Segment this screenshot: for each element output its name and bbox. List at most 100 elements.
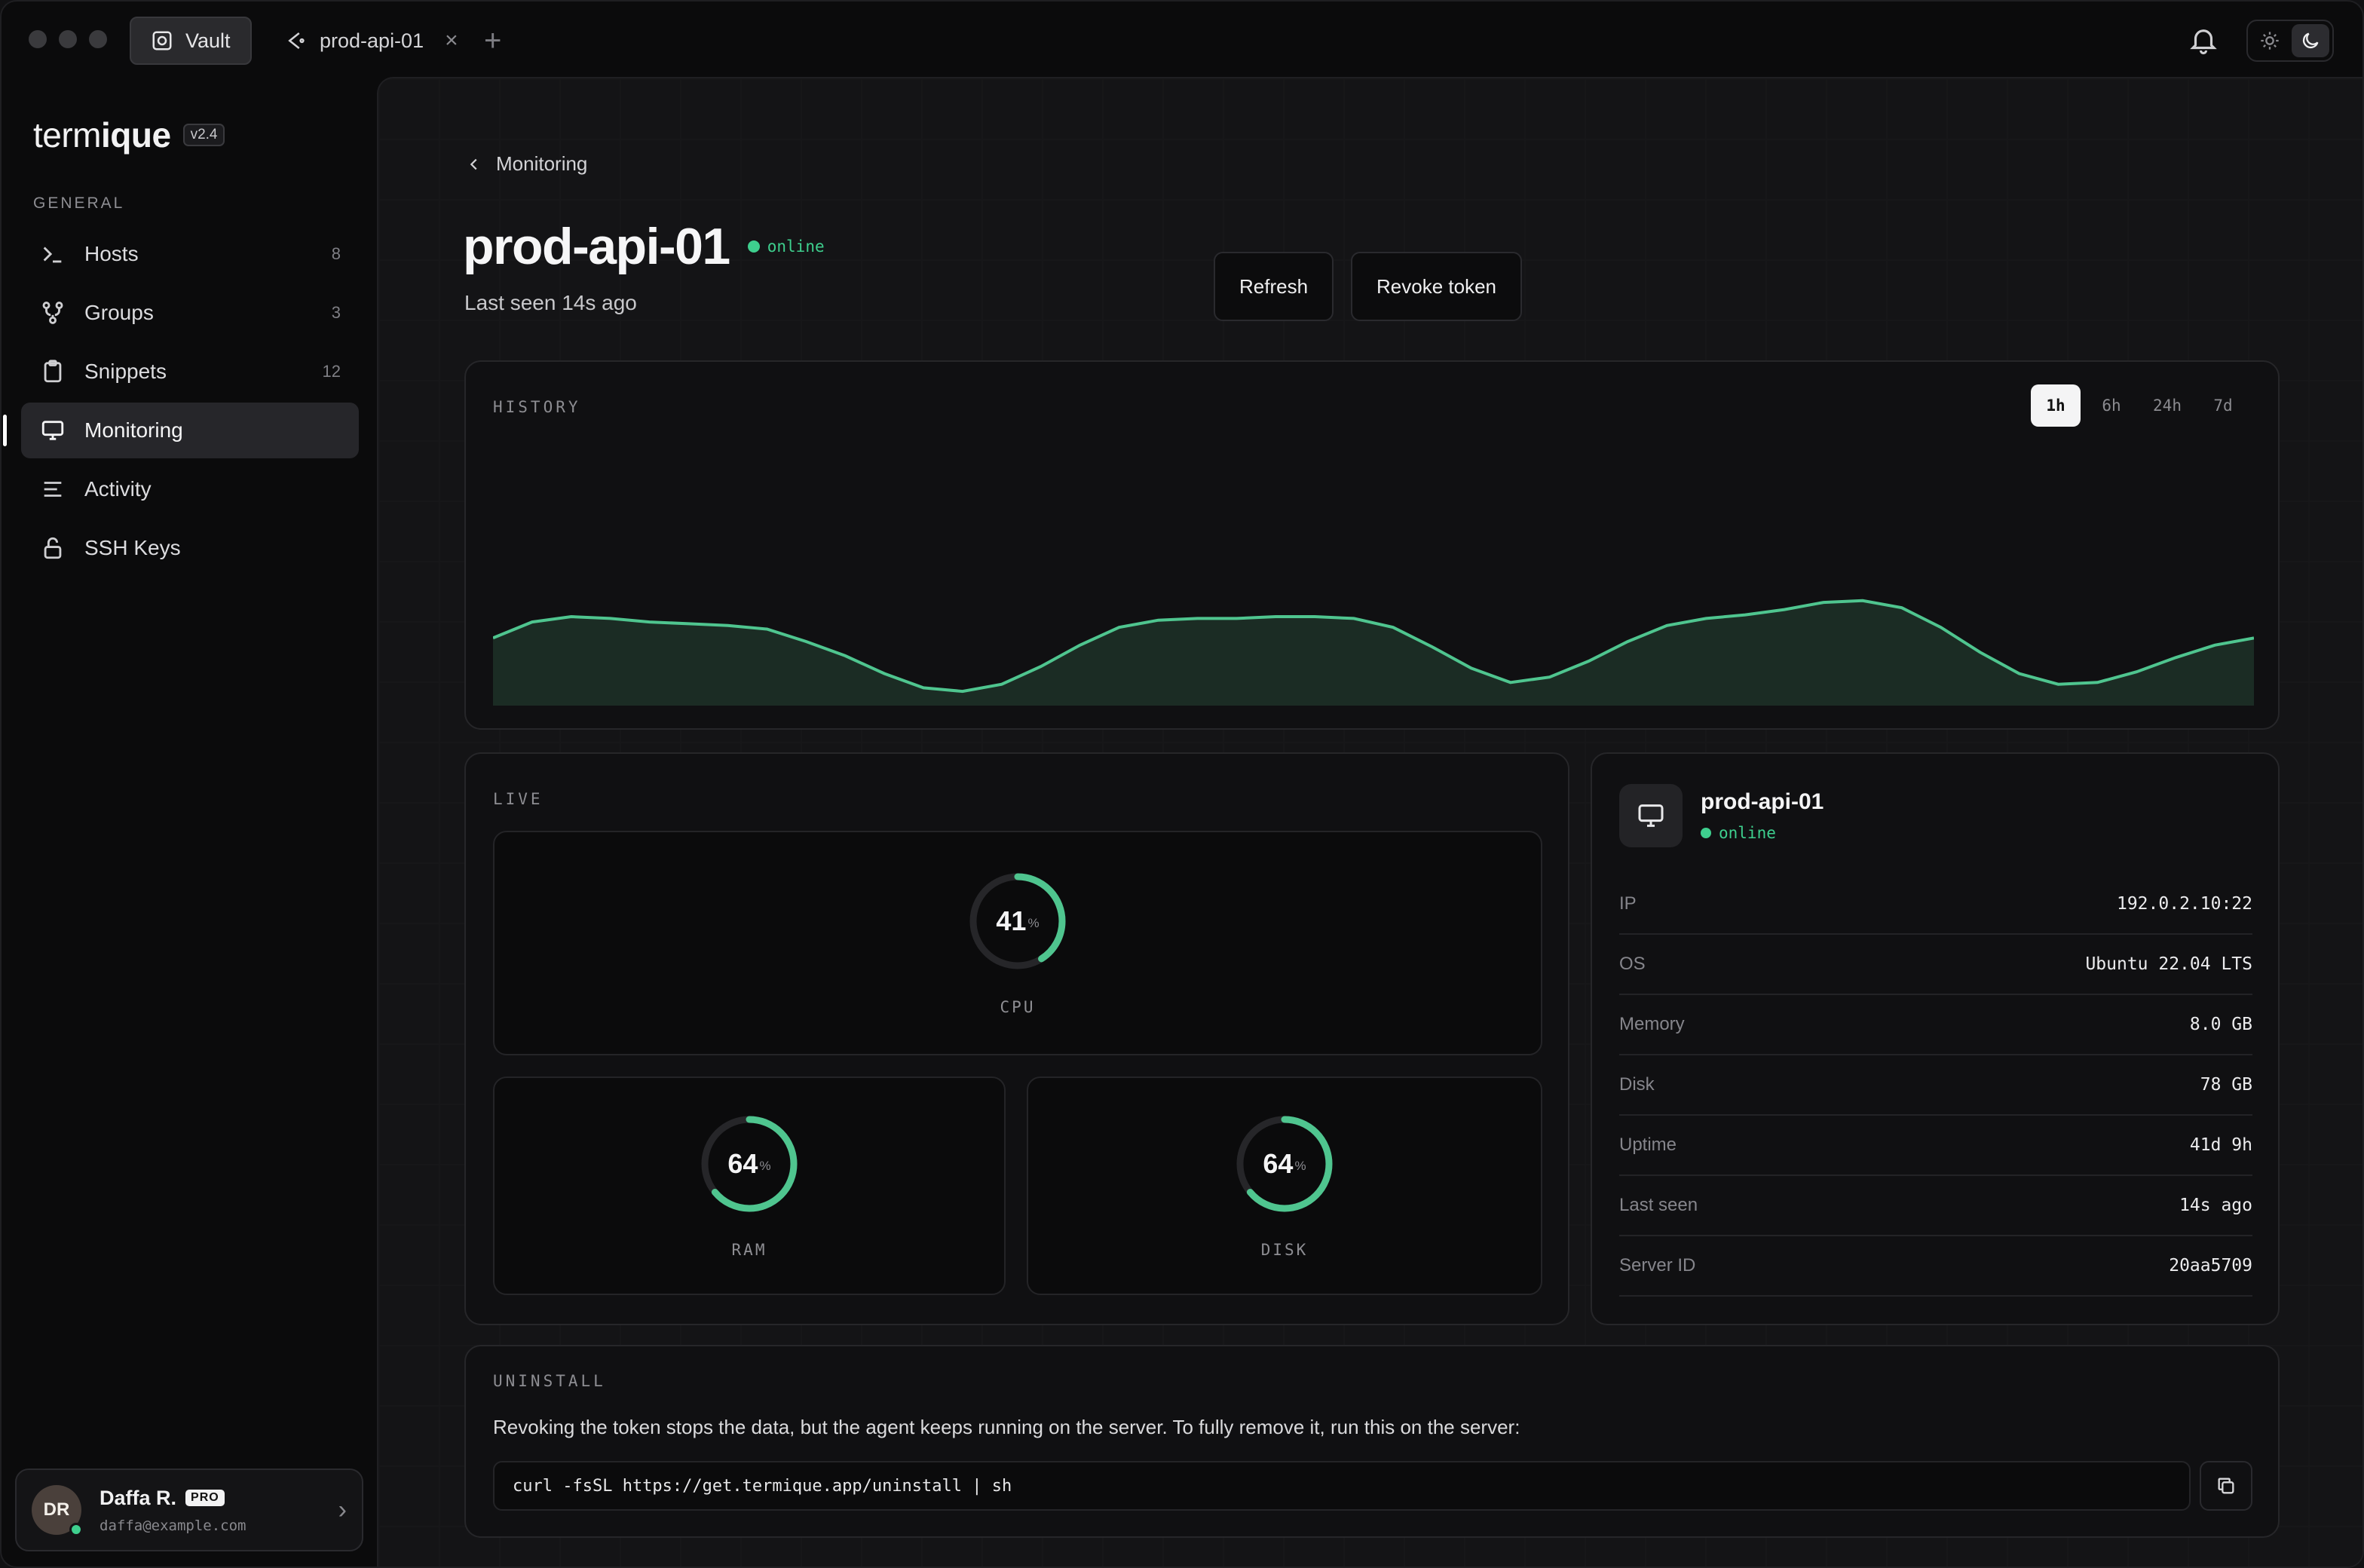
- tab-label: prod-api-01: [320, 29, 424, 52]
- section-label: GENERAL: [33, 194, 125, 212]
- info-row-os: OS Ubuntu 22.04 LTS: [1619, 935, 2252, 995]
- monitor-icon: [39, 417, 66, 444]
- info-row-ip: IP 192.0.2.10:22: [1619, 874, 2252, 935]
- close-tab-icon[interactable]: ×: [445, 28, 458, 54]
- pro-badge: PRO: [185, 1490, 225, 1506]
- sidebar-item-label: Monitoring: [84, 418, 183, 442]
- vault-icon: [152, 31, 172, 51]
- sun-icon: [2261, 32, 2279, 50]
- status-badge: online: [747, 237, 825, 256]
- info-value: 41d 9h: [2189, 1135, 2252, 1155]
- breadcrumb[interactable]: Monitoring: [466, 152, 587, 176]
- app-window: Vault prod-api-01 × + termique v2.4 GENE…: [0, 0, 2364, 1568]
- info-value: 20aa5709: [2169, 1256, 2252, 1276]
- server-name: prod-api-01: [1701, 789, 1824, 814]
- info-value: 14s ago: [2179, 1196, 2252, 1215]
- live-label: LIVE: [493, 790, 544, 808]
- sidebar-item-count: 3: [331, 303, 341, 322]
- zoom-window-button[interactable]: [89, 30, 107, 48]
- sidebar-item-label: Hosts: [84, 242, 139, 265]
- sidebar-item-snippets[interactable]: Snippets 12: [21, 344, 359, 400]
- user-email: daffa@example.com: [100, 1517, 247, 1534]
- cpu-value: 41%: [996, 905, 1040, 936]
- ram-gauge-card: 64% RAM: [493, 1076, 1006, 1295]
- activity-icon: [39, 476, 66, 503]
- sidebar-item-groups[interactable]: Groups 3: [21, 285, 359, 341]
- info-row-server-id: Server ID 20aa5709: [1619, 1236, 2252, 1297]
- chevron-left-icon: [470, 158, 477, 170]
- info-key: Memory: [1619, 1014, 1685, 1034]
- sidebar-item-label: Snippets: [84, 360, 167, 383]
- brand-logo: termique: [33, 115, 171, 155]
- main-panel: Monitoring prod-api-01 online Last seen …: [377, 77, 2362, 1566]
- live-card: LIVE 41% CPU 64% RAM 64 % DISK: [464, 752, 1569, 1325]
- sidebar-item-activity[interactable]: Activity: [21, 461, 359, 517]
- info-row-disk: Disk 78 GB: [1619, 1055, 2252, 1116]
- ram-value: 64%: [727, 1148, 771, 1179]
- sidebar-item-monitoring[interactable]: Monitoring: [3, 403, 359, 458]
- user-name: Daffa R.: [100, 1486, 177, 1509]
- history-chart: [493, 599, 2254, 706]
- refresh-button[interactable]: Refresh: [1214, 252, 1334, 321]
- range-24h-button[interactable]: 24h: [2142, 384, 2192, 427]
- sidebar-nav: Hosts 8 Groups 3 Snippets 12 Monitoring …: [3, 226, 359, 579]
- uninstall-command[interactable]: curl -fsSL https://get.termique.app/unin…: [493, 1461, 2191, 1511]
- moon-icon: [2302, 32, 2319, 49]
- title-bar: Vault prod-api-01 × +: [2, 2, 2362, 77]
- user-info: Daffa R. PRO daffa@example.com: [100, 1487, 246, 1534]
- sidebar-item-hosts[interactable]: Hosts 8: [21, 226, 359, 282]
- lock-icon: [39, 534, 66, 562]
- status-dot: [747, 240, 760, 253]
- history-card: HISTORY 1h 6h 24h 7d: [464, 360, 2280, 730]
- info-key: Uptime: [1619, 1135, 1677, 1155]
- sidebar-item-label: Activity: [84, 477, 152, 501]
- theme-switch[interactable]: [2246, 20, 2334, 62]
- uninstall-description: Revoking the token stops the data, but t…: [493, 1416, 1520, 1438]
- tab-vault[interactable]: Vault: [130, 17, 252, 65]
- info-key: Last seen: [1619, 1195, 1698, 1215]
- server-info-header: prod-api-01 online: [1619, 784, 1824, 847]
- disk-value: 64%: [1263, 1148, 1306, 1179]
- light-mode-button[interactable]: [2251, 24, 2289, 57]
- info-value: 192.0.2.10:22: [2116, 894, 2252, 914]
- range-7d-button[interactable]: 7d: [2198, 384, 2248, 427]
- tab-label: Vault: [185, 29, 231, 52]
- user-profile-card[interactable]: DR Daffa R. PRO daffa@example.com ›: [15, 1468, 363, 1551]
- monitor-icon: [1619, 784, 1683, 847]
- server-status: online: [1701, 824, 1824, 842]
- page-header: prod-api-01 online: [463, 217, 825, 276]
- dark-mode-button[interactable]: [2292, 24, 2329, 57]
- cpu-label: CPU: [1000, 998, 1036, 1016]
- presence-dot: [69, 1523, 83, 1536]
- info-value: 78 GB: [2200, 1075, 2252, 1095]
- info-key: Disk: [1619, 1074, 1655, 1095]
- clipboard-icon: [39, 358, 66, 385]
- range-6h-button[interactable]: 6h: [2087, 384, 2136, 427]
- sidebar-item-label: SSH Keys: [84, 536, 181, 559]
- bell-icon[interactable]: [2188, 24, 2219, 56]
- groups-icon: [39, 299, 66, 326]
- copy-button[interactable]: [2200, 1461, 2252, 1511]
- cpu-gauge-card: 41% CPU: [493, 831, 1542, 1055]
- new-tab-button[interactable]: +: [484, 23, 501, 59]
- close-window-button[interactable]: [29, 30, 47, 48]
- range-1h-button[interactable]: 1h: [2031, 384, 2081, 427]
- sidebar-item-count: 12: [322, 362, 341, 381]
- uninstall-card: UNINSTALL Revoking the token stops the d…: [464, 1345, 2280, 1538]
- sidebar-item-ssh-keys[interactable]: SSH Keys: [21, 520, 359, 576]
- info-row-uptime: Uptime 41d 9h: [1619, 1116, 2252, 1176]
- terminal-icon: [39, 240, 66, 268]
- time-range-selector: 1h 6h 24h 7d: [2031, 384, 2248, 427]
- breadcrumb-label: Monitoring: [496, 152, 588, 175]
- server-info-card: prod-api-01 online IP 192.0.2.10:22 OS Ubu…: [1591, 752, 2280, 1325]
- last-seen-text: Last seen 14s ago: [464, 291, 637, 314]
- uninstall-label: UNINSTALL: [493, 1372, 606, 1390]
- disk-label: DISK: [1260, 1241, 1309, 1259]
- info-key: OS: [1619, 954, 1646, 974]
- minimize-window-button[interactable]: [59, 30, 77, 48]
- server-tab-icon: [288, 32, 305, 49]
- copy-icon: [2218, 1478, 2234, 1494]
- tab-prod-api-01[interactable]: prod-api-01 ×: [265, 17, 478, 65]
- info-key: Server ID: [1619, 1255, 1696, 1276]
- revoke-token-button[interactable]: Revoke token: [1351, 252, 1522, 321]
